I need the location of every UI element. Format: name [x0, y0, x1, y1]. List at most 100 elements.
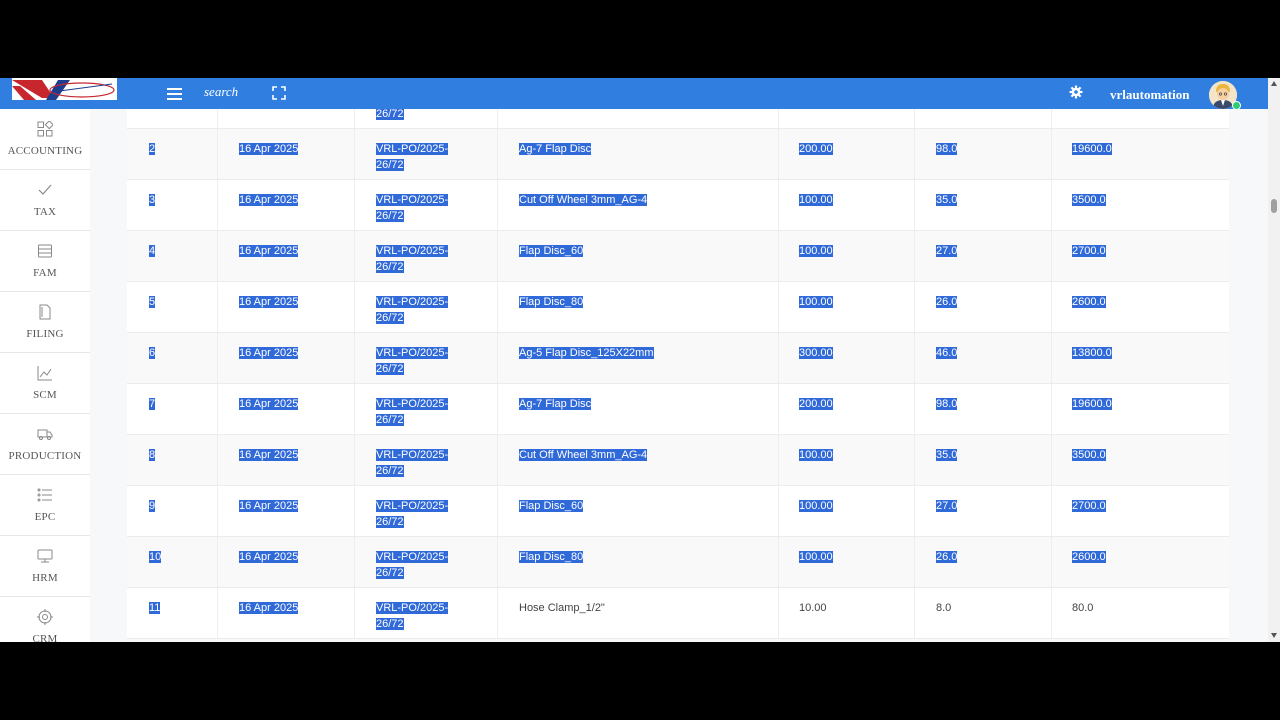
column-divider [1051, 588, 1052, 638]
sidebar-item-hrm[interactable]: HRM [0, 536, 90, 597]
scroll-thumb[interactable] [1271, 199, 1277, 213]
sidebar-item-filing[interactable]: FILING [0, 292, 90, 353]
table-row[interactable]: 6 16 Apr 2025 VRL-PO/2025-26/72 Ag-5 Flap D… [127, 333, 1229, 384]
cell-row-number: 2 [149, 143, 156, 155]
column-divider [914, 109, 915, 128]
table-row[interactable]: 3 16 Apr 2025 VRL-PO/2025-26/72 Cut Off Whe… [127, 180, 1229, 231]
sidebar-item-production[interactable]: PRODUCTION [0, 414, 90, 475]
column-divider [217, 384, 218, 434]
grid-icon [37, 121, 53, 137]
table-row[interactable]: 7 16 Apr 2025 VRL-PO/2025-26/72 Ag-7 Flap D… [127, 384, 1229, 435]
column-divider [778, 180, 779, 230]
column-divider [497, 333, 498, 383]
sidebar-item-accounting[interactable]: ACCOUNTING [0, 109, 90, 170]
sidebar-item-label: HRM [32, 572, 58, 584]
cell-row-number: 5 [149, 296, 156, 308]
column-divider [778, 486, 779, 536]
settings-gear-icon[interactable] [1069, 85, 1083, 104]
cell-item-name: Flap Disc_80 [519, 551, 584, 563]
column-divider [1051, 231, 1052, 281]
column-divider [1051, 537, 1052, 587]
table-row[interactable]: 10 16 Apr 2025 VRL-PO/2025-26/72 Flap Disc_… [127, 537, 1229, 588]
sidebar-item-epc[interactable]: EPC [0, 475, 90, 536]
table-row[interactable]: 2 16 Apr 2025 VRL-PO/2025-26/72 Ag-7 Flap D… [127, 129, 1229, 180]
cell-po-number: VRL-PO/2025-26/72 [376, 500, 449, 528]
cell-item-name: Hose Clamp_1/2" [519, 602, 605, 614]
column-divider [354, 180, 355, 230]
column-divider [1051, 282, 1052, 332]
cell-po-number: VRL-PO/2025-26/72 [376, 398, 449, 426]
column-divider [354, 231, 355, 281]
cell-date: 16 Apr 2025 [239, 500, 299, 512]
column-divider [497, 180, 498, 230]
cell-quantity: 300.00 [799, 347, 833, 359]
column-divider [914, 384, 915, 434]
truck-icon [37, 429, 53, 440]
cell-po-number: VRL-PO/2025-26/72 [376, 143, 449, 171]
column-divider [1051, 333, 1052, 383]
cell-amount: 3500.0 [1072, 449, 1106, 461]
column-divider [914, 588, 915, 638]
column-divider [497, 435, 498, 485]
cell-po-number: VRL-PO/2025-26/72 [376, 296, 449, 324]
column-divider [497, 486, 498, 536]
column-divider [217, 588, 218, 638]
cell-amount: 19600.0 [1072, 398, 1112, 410]
cell-row-number: 8 [149, 449, 156, 461]
cell-item-name: Cut Off Wheel 3mm_AG-4 [519, 194, 648, 206]
cell-row-number: 7 [149, 398, 156, 410]
scroll-down-arrow-icon[interactable] [1271, 633, 1277, 638]
column-divider [217, 282, 218, 332]
company-logo[interactable] [12, 78, 117, 100]
column-divider [354, 333, 355, 383]
search-input[interactable]: search [204, 84, 238, 100]
column-divider [354, 588, 355, 638]
cell-po-number: VRL-PO/2025-26/72 [376, 245, 449, 273]
cell-quantity: 100.00 [799, 449, 833, 461]
sidebar-item-crm[interactable]: CRM [0, 597, 90, 642]
app-window: search vrlautomation ACCOUNTING TAX FAM … [0, 78, 1280, 642]
table-row[interactable]: 11 16 Apr 2025 VRL-PO/2025-26/72 Hose Clamp… [127, 588, 1229, 639]
column-divider [778, 282, 779, 332]
fullscreen-icon[interactable] [272, 86, 286, 100]
cell-rate: 46.0 [936, 347, 958, 359]
sidebar-item-label: FAM [33, 267, 57, 279]
cell-rate: 8.0 [936, 602, 952, 614]
table-row[interactable]: 4 16 Apr 2025 VRL-PO/2025-26/72 Flap Disc_6… [127, 231, 1229, 282]
cell-date: 16 Apr 2025 [239, 296, 299, 308]
page-scrollbar[interactable] [1268, 78, 1280, 642]
sidebar-item-label: PRODUCTION [8, 450, 82, 462]
column-divider [217, 109, 218, 128]
sidebar-item-label: EPC [34, 511, 56, 523]
username-label[interactable]: vrlautomation [1110, 87, 1189, 103]
sidebar-item-fam[interactable]: FAM [0, 231, 90, 292]
menu-toggle-icon[interactable] [167, 88, 182, 100]
column-divider [217, 486, 218, 536]
cell-row-number: 3 [149, 194, 156, 206]
sidebar-item-tax[interactable]: TAX [0, 170, 90, 231]
cell-date: 16 Apr 2025 [239, 449, 299, 461]
cell-quantity: 100.00 [799, 194, 833, 206]
column-divider [217, 231, 218, 281]
cell-date: 16 Apr 2025 [239, 347, 299, 359]
scroll-up-arrow-icon[interactable] [1271, 81, 1277, 86]
cell-quantity: 100.00 [799, 551, 833, 563]
table-row[interactable]: 116 Apr 2025VRL-PO/2025-26/72Ag-5 Flap D… [127, 109, 1229, 129]
monitor-icon [37, 549, 53, 563]
top-bar: search vrlautomation [0, 78, 1268, 110]
column-divider [914, 435, 915, 485]
table-row[interactable]: 9 16 Apr 2025 VRL-PO/2025-26/72 Flap Disc_6… [127, 486, 1229, 537]
column-divider [778, 333, 779, 383]
column-divider [914, 537, 915, 587]
column-divider [354, 537, 355, 587]
cell-rate: 27.0 [936, 500, 958, 512]
table-row[interactable]: 8 16 Apr 2025 VRL-PO/2025-26/72 Cut Off Whe… [127, 435, 1229, 486]
sidebar-item-scm[interactable]: SCM [0, 353, 90, 414]
column-divider [354, 129, 355, 179]
column-divider [354, 109, 355, 128]
cell-rate: 26.0 [936, 551, 958, 563]
cell-amount: 2600.0 [1072, 551, 1106, 563]
column-divider [1051, 109, 1052, 128]
table-row[interactable]: 5 16 Apr 2025 VRL-PO/2025-26/72 Flap Disc_8… [127, 282, 1229, 333]
main-content: 116 Apr 2025VRL-PO/2025-26/72Ag-5 Flap D… [90, 109, 1268, 642]
